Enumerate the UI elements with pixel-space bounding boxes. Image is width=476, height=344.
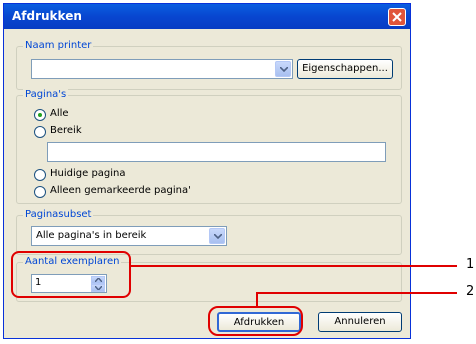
close-icon <box>392 12 402 22</box>
copies-highlight <box>11 251 131 298</box>
print-button-highlight <box>208 306 303 336</box>
callout-connector-2 <box>256 292 258 308</box>
subset-group-legend: Paginasubset <box>23 209 94 220</box>
cancel-button[interactable]: Annuleren <box>318 312 402 332</box>
subset-select-value: Alle pagina's in bereik <box>36 230 147 241</box>
radio-selected-pages-button[interactable] <box>34 186 46 198</box>
radio-all-label: Alle <box>50 108 69 119</box>
printer-group: Naam printer Eigenschappen... <box>16 40 402 90</box>
radio-current-page-button[interactable] <box>34 169 46 181</box>
chevron-down-icon <box>214 234 222 239</box>
callout-number-2: 2 <box>466 284 475 299</box>
subset-select[interactable]: Alle pagina's in bereik <box>31 226 227 246</box>
callout-line-2 <box>257 292 457 294</box>
title-bar[interactable]: Afdrukken <box>4 4 410 29</box>
dialog-title: Afdrukken <box>12 9 82 23</box>
radio-selected-pages-label: Alleen gemarkeerde pagina' <box>50 185 191 196</box>
callout-line-1 <box>131 265 457 267</box>
printer-dropdown-button[interactable] <box>275 61 291 77</box>
subset-group: Paginasubset Alle pagina's in bereik <box>16 209 402 255</box>
radio-current-page-label: Huidige pagina <box>50 168 126 179</box>
callout-number-1: 1 <box>466 257 475 272</box>
chevron-down-icon <box>280 67 288 72</box>
properties-button[interactable]: Eigenschappen... <box>297 59 393 79</box>
radio-all-button[interactable] <box>34 109 46 121</box>
printer-select[interactable] <box>31 59 293 79</box>
subset-dropdown-button[interactable] <box>209 228 225 244</box>
radio-range-label: Bereik <box>50 125 82 136</box>
close-button[interactable] <box>388 8 406 26</box>
radio-range-button[interactable] <box>34 126 46 138</box>
printer-group-legend: Naam printer <box>23 40 94 51</box>
range-input[interactable] <box>47 142 386 162</box>
pages-group-legend: Pagina's <box>23 89 69 100</box>
